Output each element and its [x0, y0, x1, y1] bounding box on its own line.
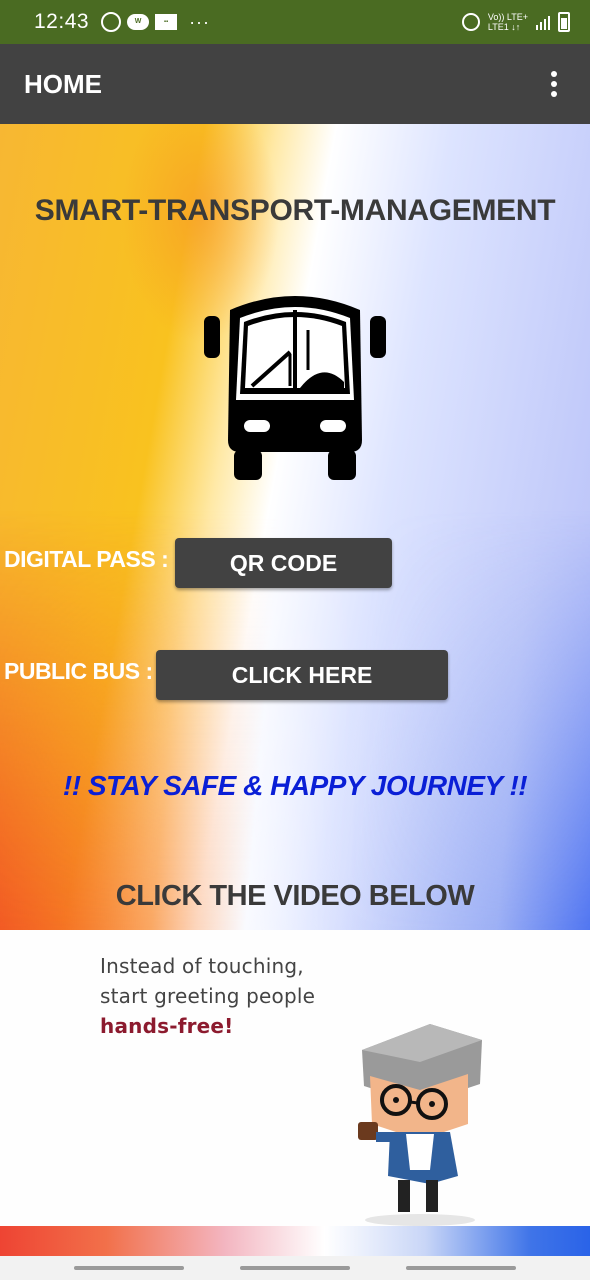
- nav-home-handle[interactable]: [240, 1266, 350, 1270]
- nav-recents-handle[interactable]: [74, 1266, 184, 1270]
- main-content: SMART-TRANSPORT-MANAGEMENT DIGITAL PASS …: [0, 124, 590, 930]
- digital-pass-label: DIGITAL PASS :: [4, 546, 169, 572]
- bottom-decoration: [0, 1226, 590, 1256]
- video-heading: CLICK THE VIDEO BELOW: [115, 880, 475, 912]
- whatsapp-icon: [101, 12, 122, 32]
- public-bus-label: PUBLIC BUS :: [4, 658, 153, 684]
- wear-icon: W: [127, 14, 150, 30]
- qr-code-button[interactable]: QR CODE: [175, 538, 392, 588]
- alarm-icon: [461, 13, 480, 31]
- tagline: !! STAY SAFE & HAPPY JOURNEY !!: [62, 770, 528, 801]
- notification-icon: ▪▪: [155, 14, 178, 30]
- status-bar: 12:43 W ▪▪ ··· Vo)) LTE+ LTE1 ↓↑: [0, 0, 590, 44]
- nav-back-handle[interactable]: [406, 1266, 516, 1270]
- app-bar: HOME: [0, 44, 590, 124]
- status-right: Vo)) LTE+ LTE1 ↓↑: [461, 12, 570, 32]
- public-bus-button[interactable]: CLICK HERE: [156, 650, 448, 700]
- signal-icon: [536, 14, 550, 30]
- page-title: HOME: [24, 68, 102, 99]
- network-top: Vo)) LTE+: [487, 12, 528, 22]
- video-player[interactable]: Instead of touching, start greeting peop…: [0, 930, 590, 1226]
- more-notifications-icon: ···: [189, 11, 211, 32]
- video-caption-line-1: Instead of touching,: [100, 954, 304, 978]
- system-nav-bar: [0, 1256, 590, 1280]
- overflow-menu-icon[interactable]: [542, 64, 566, 104]
- video-caption-line-3: hands-free!: [100, 1014, 234, 1038]
- cartoon-character-image: [358, 1024, 482, 1226]
- network-indicator: Vo)) LTE+ LTE1 ↓↑: [488, 12, 528, 32]
- status-notification-icons: W ▪▪: [101, 12, 178, 32]
- status-time: 12:43: [34, 10, 90, 33]
- bus-icon: [204, 296, 386, 480]
- app-name-heading: SMART-TRANSPORT-MANAGEMENT: [34, 194, 556, 227]
- network-bottom: LTE1 ↓↑: [487, 22, 521, 32]
- video-caption-line-2: start greeting people: [100, 984, 316, 1008]
- battery-icon: [558, 12, 570, 32]
